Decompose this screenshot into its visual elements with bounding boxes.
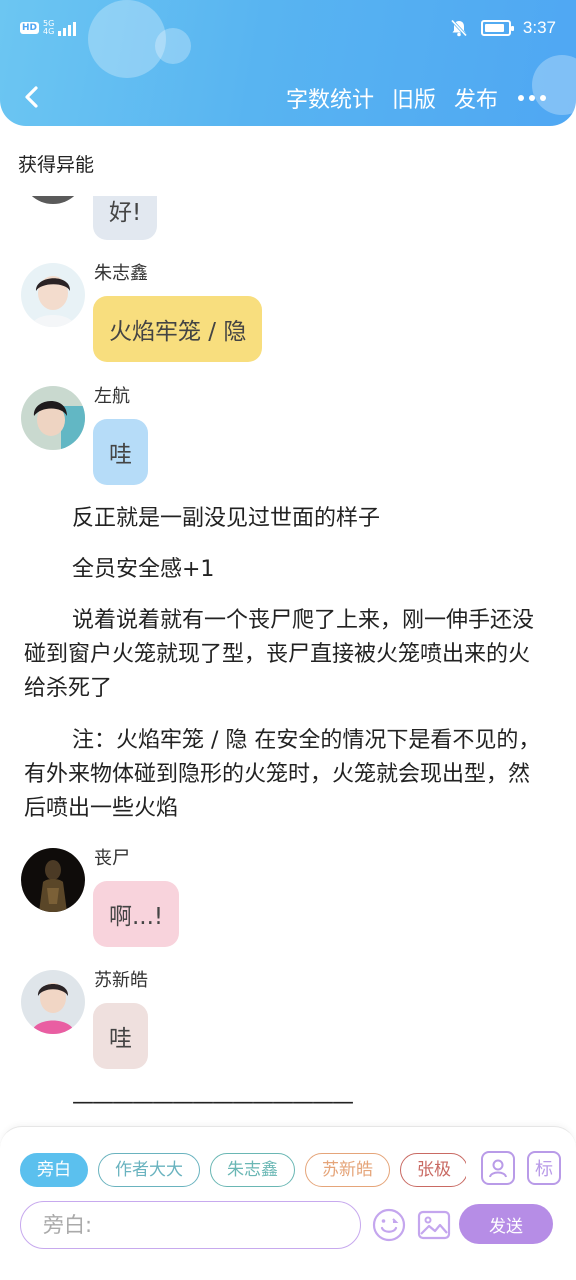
hd-badge: HD xyxy=(20,22,40,34)
speaker-name: 苏新皓 xyxy=(94,970,148,991)
message-bubble[interactable]: 哇 xyxy=(93,419,148,485)
message-text: 哇 xyxy=(109,442,132,468)
signal-icon xyxy=(58,20,77,36)
message-bubble[interactable]: 火焰牢笼 / 隐 xyxy=(93,296,263,362)
clock: 3:37 xyxy=(522,18,556,37)
image-button[interactable] xyxy=(416,1207,452,1243)
old-version-button[interactable]: 旧版 xyxy=(392,82,436,114)
narration-text: 反正就是一副没见过世面的样子 xyxy=(72,506,381,531)
avatar xyxy=(21,848,85,912)
message-input[interactable]: 旁白: xyxy=(20,1201,361,1249)
input-placeholder: 旁白: xyxy=(43,1213,93,1237)
nav-actions: 字数统计 旧版 发布 xyxy=(286,82,548,114)
avatar xyxy=(21,263,85,327)
mark-button[interactable]: 标 xyxy=(527,1151,561,1185)
avatar xyxy=(21,970,85,1034)
dot-icon xyxy=(518,95,524,101)
role-chip-zhang-ji[interactable]: 张极 xyxy=(400,1153,466,1187)
network-type: 5G 4G xyxy=(43,20,54,36)
narration-text: 注：火焰牢笼 / 隐 在安全的情况下是看不见的，有外来物体碰到隐形的火笼时，火笼… xyxy=(24,728,541,821)
message-bubble[interactable]: 哇 xyxy=(93,1003,148,1069)
message-bubble[interactable]: 好! xyxy=(93,196,158,240)
manage-roles-button[interactable] xyxy=(481,1151,515,1185)
word-count-button[interactable]: 字数统计 xyxy=(286,82,374,114)
publish-button[interactable]: 发布 xyxy=(454,82,498,114)
story-content[interactable]: 好! 朱志鑫 火焰牢笼 / 隐 左航 哇 反正就是一副没见过世面的样子 全员安全… xyxy=(0,196,576,1126)
message-bubble[interactable]: 啊...! xyxy=(93,881,180,947)
chapter-title: 获得异能 xyxy=(18,154,95,176)
speaker-name: 丧尸 xyxy=(94,848,130,869)
battery-level xyxy=(484,24,504,32)
send-button[interactable]: 发送 xyxy=(459,1204,553,1244)
role-chip-narrator[interactable]: 旁白 xyxy=(20,1153,88,1187)
network-indicator: HD 5G 4G xyxy=(20,20,77,36)
speaker-name: 左航 xyxy=(94,386,130,407)
mark-icon: 标 xyxy=(535,1159,553,1180)
status-bar: HD 5G 4G 3:37 xyxy=(0,14,576,50)
role-chips: 旁白 作者大大 朱志鑫 苏新皓 张极 xyxy=(20,1153,466,1189)
narration-text: 说着说着就有一个丧尸爬了上来，刚一伸手还没碰到窗户火笼就现了型，丧尸直接被火笼喷… xyxy=(24,608,535,701)
composer-panel: 旁白 作者大大 朱志鑫 苏新皓 张极 标 旁白: 发送 xyxy=(0,1126,576,1280)
avatar xyxy=(21,196,85,204)
smiley-icon xyxy=(372,1208,406,1242)
user-icon xyxy=(489,1159,507,1178)
dot-icon xyxy=(540,95,546,101)
more-options-button[interactable] xyxy=(516,95,548,101)
chevron-left-icon xyxy=(25,86,38,108)
emoji-button[interactable] xyxy=(371,1207,407,1243)
message-text: 火焰牢笼 / 隐 xyxy=(109,319,247,345)
battery-icon xyxy=(480,20,514,36)
message-text: 哇 xyxy=(109,1026,132,1052)
network-sub-label: 4G xyxy=(43,27,55,36)
divider-text: —————————————— xyxy=(72,1090,354,1115)
mute-bell-icon xyxy=(450,19,468,37)
message-text: 啊...! xyxy=(109,904,164,930)
role-chip-author[interactable]: 作者大大 xyxy=(98,1153,200,1187)
app-header: HD 5G 4G 3:37 字数统计 旧版 发布 xyxy=(0,0,576,126)
role-chip-zhu-zhixin[interactable]: 朱志鑫 xyxy=(210,1153,295,1187)
nav-bar: 字数统计 旧版 发布 xyxy=(0,72,576,120)
image-icon xyxy=(417,1210,451,1240)
status-right: 3:37 xyxy=(449,18,556,38)
dot-icon xyxy=(529,95,535,101)
speaker-name: 朱志鑫 xyxy=(94,263,148,284)
back-button[interactable] xyxy=(18,78,48,114)
role-chip-su-xinhao[interactable]: 苏新皓 xyxy=(305,1153,390,1187)
narration-text: 全员安全感+1 xyxy=(72,557,215,582)
message-text: 好! xyxy=(109,200,142,226)
avatar xyxy=(21,386,85,450)
